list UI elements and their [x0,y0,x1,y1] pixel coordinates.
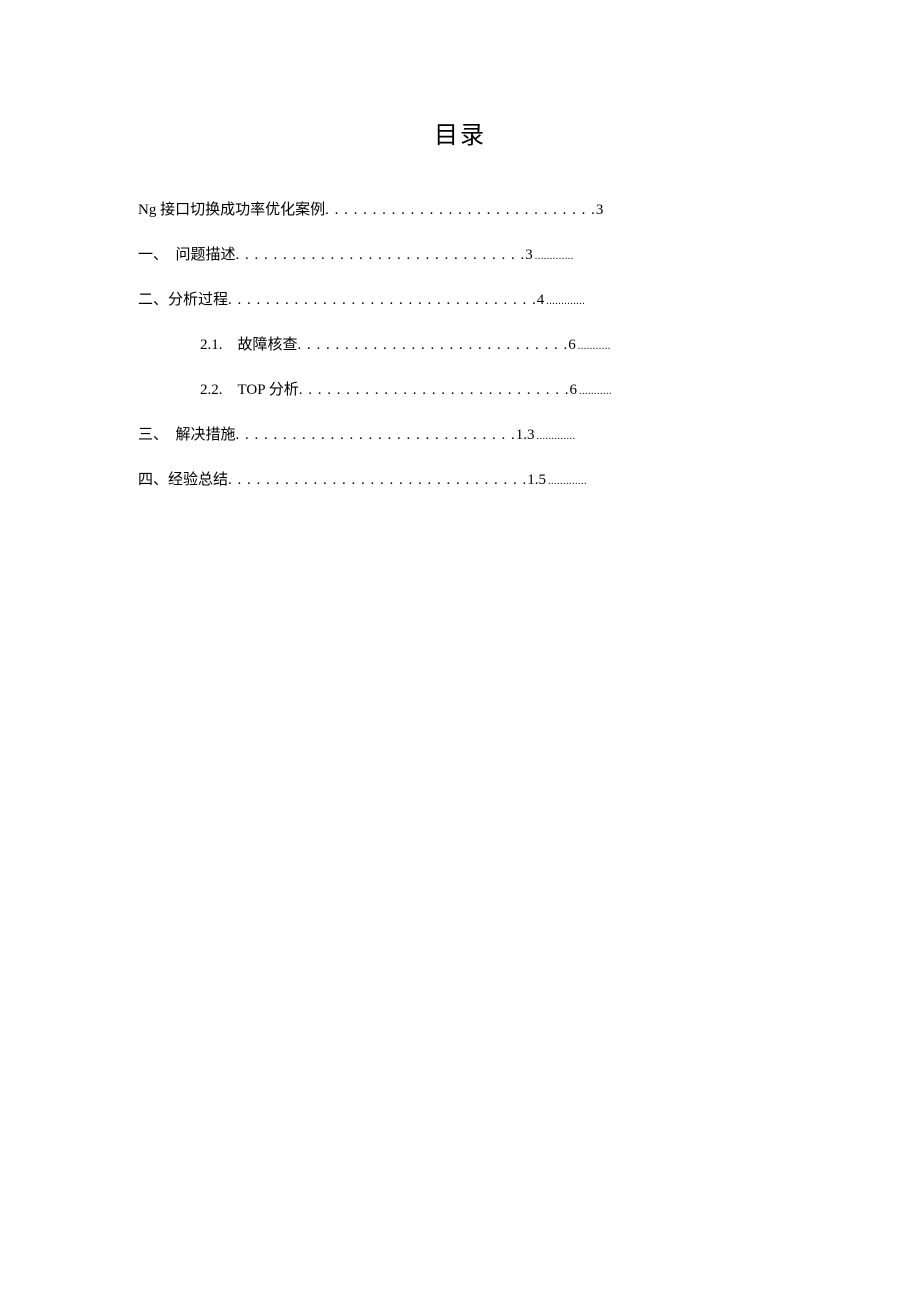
toc-entry-page: 6 [568,337,576,354]
toc-entry-label: Ng 接口切换成功率优化案例 [138,198,325,219]
toc-entry-label: 二、分析过程 [138,288,228,309]
toc-entry-tail: ............. [548,476,587,487]
toc-entry: 一、 问题描述 . . . . . . . . . . . . . . . . … [138,243,782,264]
toc-entry-dots: . . . . . . . . . . . . . . . . . . . . … [236,427,516,444]
toc-entry-page: 4 [537,292,545,309]
toc-entry-label: 2.2. TOP 分析 [200,378,299,399]
toc-title: 目录 [0,115,920,150]
toc-entry-page: 1.3 [516,427,535,444]
toc-entry: Ng 接口切换成功率优化案例 . . . . . . . . . . . . .… [138,198,782,219]
toc-entry-label: 四、经验总结 [138,468,228,489]
toc-entry-label: 三、 解决措施 [138,423,236,444]
toc-entry: 四、经验总结 . . . . . . . . . . . . . . . . .… [138,468,782,489]
toc-entry-dots: . . . . . . . . . . . . . . . . . . . . … [228,472,527,489]
toc-entry: 2.2. TOP 分析 . . . . . . . . . . . . . . … [138,378,782,399]
toc-entry-label: 2.1. 故障核查 [200,333,298,354]
toc-entry-dots: . . . . . . . . . . . . . . . . . . . . … [325,202,596,219]
toc-entry-tail: ........... [578,341,611,352]
toc-entry-tail: ............. [546,296,585,307]
toc-entry-page: 3 [596,202,604,219]
toc-entry-dots: . . . . . . . . . . . . . . . . . . . . … [228,292,537,309]
toc-entry-label: 一、 问题描述 [138,243,236,264]
toc-entry-tail: ............. [537,431,576,442]
toc-entry: 二、分析过程 . . . . . . . . . . . . . . . . .… [138,288,782,309]
toc-entry-dots: . . . . . . . . . . . . . . . . . . . . … [236,247,526,264]
toc-entry-dots: . . . . . . . . . . . . . . . . . . . . … [299,382,570,399]
toc-container: Ng 接口切换成功率优化案例 . . . . . . . . . . . . .… [138,198,782,489]
toc-entry-page: 6 [570,382,578,399]
toc-entry: 2.1. 故障核查 . . . . . . . . . . . . . . . … [138,333,782,354]
toc-entry-page: 1.5 [527,472,546,489]
toc-entry-tail: ........... [579,386,612,397]
toc-entry-page: 3 [525,247,533,264]
toc-entry: 三、 解决措施 . . . . . . . . . . . . . . . . … [138,423,782,444]
toc-entry-tail: ............. [535,251,574,262]
toc-entry-dots: . . . . . . . . . . . . . . . . . . . . … [298,337,569,354]
